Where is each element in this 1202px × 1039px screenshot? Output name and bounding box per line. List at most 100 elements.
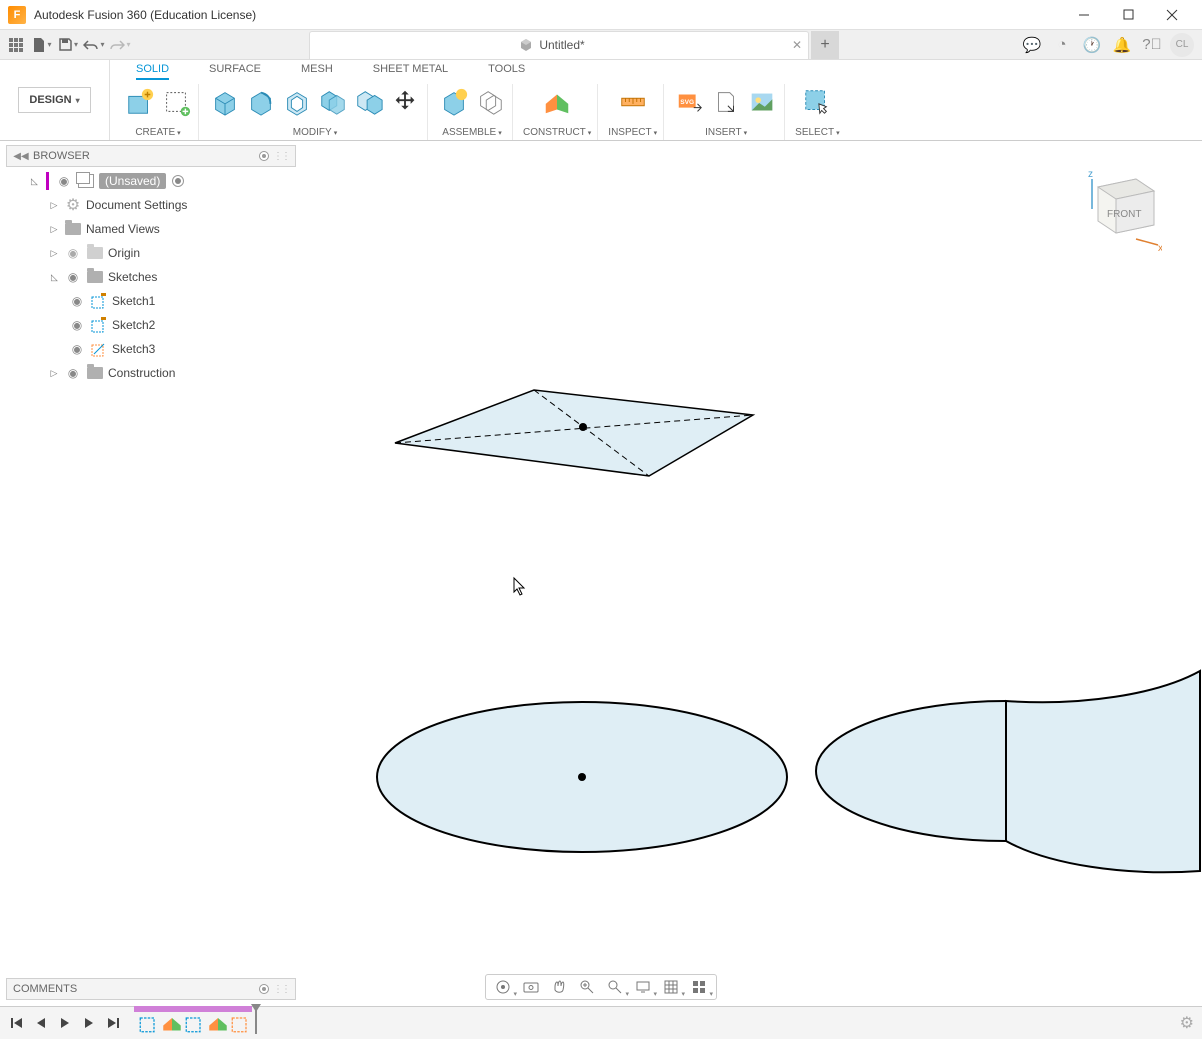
activate-radio[interactable] xyxy=(172,175,184,187)
tree-named-views[interactable]: Named Views xyxy=(6,217,296,241)
modify-group-label[interactable]: MODIFY xyxy=(293,127,337,140)
timeline-start-button[interactable] xyxy=(8,1014,26,1032)
construct-plane-icon[interactable] xyxy=(541,86,573,118)
document-name: Untitled* xyxy=(539,38,584,52)
sketch-icon xyxy=(90,292,108,310)
tree-sketches-folder[interactable]: ◉ Sketches xyxy=(6,265,296,289)
user-avatar[interactable]: CL xyxy=(1170,33,1194,57)
ribbon-tab-tools[interactable]: TOOLS xyxy=(488,63,525,80)
tree-root-component[interactable]: ◉ (Unsaved) xyxy=(6,169,296,193)
browser-options-icon[interactable] xyxy=(259,151,269,161)
comments-title: COMMENTS xyxy=(13,983,259,995)
comments-panel: COMMENTS ⋮⋮ xyxy=(6,978,296,1000)
visibility-toggle[interactable]: ◉ xyxy=(55,174,73,188)
select-group-label[interactable]: SELECT xyxy=(795,127,839,140)
select-icon[interactable] xyxy=(801,86,833,118)
ribbon-tab-mesh[interactable]: MESH xyxy=(301,63,333,80)
timeline-settings-button[interactable]: ⚙ xyxy=(1180,1013,1194,1033)
fit-button[interactable] xyxy=(604,976,626,998)
tree-item-sketch2[interactable]: ◉ Sketch2 xyxy=(6,313,296,337)
ribbon-tab-solid[interactable]: SOLID xyxy=(136,63,169,80)
extensions-icon[interactable]: 💬 xyxy=(1020,33,1044,57)
timeline-end-button[interactable] xyxy=(104,1014,122,1032)
tree-item-sketch3[interactable]: ◉ Sketch3 xyxy=(6,337,296,361)
redo-button[interactable] xyxy=(108,33,132,57)
axis-z-label: z xyxy=(1088,169,1093,180)
visibility-toggle[interactable]: ◉ xyxy=(64,270,82,284)
align-icon[interactable] xyxy=(353,86,385,118)
window-close-button[interactable] xyxy=(1150,0,1194,30)
timeline-step-back-button[interactable] xyxy=(32,1014,50,1032)
gear-icon: ⚙ xyxy=(64,196,82,214)
clock-icon[interactable]: 🕐 xyxy=(1080,33,1104,57)
create-group-label[interactable]: CREATE xyxy=(135,127,180,140)
measure-icon[interactable] xyxy=(617,86,649,118)
ribbon-tab-surface[interactable]: SURFACE xyxy=(209,63,261,80)
timeline-play-button[interactable] xyxy=(56,1014,74,1032)
window-maximize-button[interactable] xyxy=(1106,0,1150,30)
save-button[interactable] xyxy=(56,33,80,57)
shell-icon[interactable] xyxy=(281,86,313,118)
timeline-step-forward-button[interactable] xyxy=(80,1014,98,1032)
data-panel-button[interactable] xyxy=(4,33,28,57)
view-cube[interactable]: z FRONT x xyxy=(1072,161,1162,251)
visibility-toggle[interactable]: ◉ xyxy=(68,294,86,308)
browser-collapse-icon[interactable]: ◀◀ xyxy=(13,151,29,162)
tree-item-sketch1[interactable]: ◉ Sketch1 xyxy=(6,289,296,313)
orbit-button[interactable] xyxy=(492,976,514,998)
timeline-marker[interactable] xyxy=(250,1004,262,1034)
workspace-switcher[interactable]: DESIGN xyxy=(18,87,90,113)
tree-document-settings[interactable]: ⚙ Document Settings xyxy=(6,193,296,217)
inspect-group-label[interactable]: INSPECT xyxy=(608,127,657,140)
panel-grip-icon[interactable]: ⋮⋮ xyxy=(273,984,289,995)
app-icon: F xyxy=(8,6,26,24)
joint-icon[interactable] xyxy=(474,86,506,118)
new-sketch-icon[interactable] xyxy=(124,86,156,118)
visibility-toggle[interactable]: ◉ xyxy=(64,246,82,260)
help-icon[interactable]: ?⃝ xyxy=(1140,33,1164,57)
visibility-toggle[interactable]: ◉ xyxy=(64,366,82,380)
fillet-icon[interactable] xyxy=(245,86,277,118)
file-menu-button[interactable] xyxy=(30,33,54,57)
timeline: ⚙ xyxy=(0,1006,1202,1039)
comments-header[interactable]: COMMENTS ⋮⋮ xyxy=(6,978,296,1000)
comments-options-icon[interactable] xyxy=(259,984,269,994)
pan-button[interactable] xyxy=(548,976,570,998)
timeline-track[interactable] xyxy=(138,1012,252,1034)
insert-svg-icon[interactable]: SVG xyxy=(674,86,706,118)
insert-derive-icon[interactable] xyxy=(710,86,742,118)
visibility-toggle[interactable]: ◉ xyxy=(68,318,86,332)
viewport[interactable]: ◀◀ BROWSER ⋮⋮ ◉ (Unsaved) ⚙ Document Set… xyxy=(0,141,1202,1006)
viewport-layout-button[interactable] xyxy=(688,976,710,998)
close-tab-button[interactable]: ✕ xyxy=(792,38,802,52)
undo-button[interactable] xyxy=(82,33,106,57)
tree-construction[interactable]: ◉ Construction xyxy=(6,361,296,385)
tree-origin[interactable]: ◉ Origin xyxy=(6,241,296,265)
notifications-icon[interactable]: 🔔 xyxy=(1110,33,1134,57)
look-at-button[interactable] xyxy=(520,976,542,998)
zoom-button[interactable] xyxy=(576,976,598,998)
display-settings-button[interactable] xyxy=(632,976,654,998)
window-minimize-button[interactable] xyxy=(1062,0,1106,30)
browser-header[interactable]: ◀◀ BROWSER ⋮⋮ xyxy=(6,145,296,167)
browser-title: BROWSER xyxy=(33,150,259,162)
insert-canvas-icon[interactable] xyxy=(746,86,778,118)
panel-grip-icon[interactable]: ⋮⋮ xyxy=(273,151,289,162)
assemble-group-label[interactable]: ASSEMBLE xyxy=(442,127,501,140)
new-component-icon[interactable] xyxy=(438,86,470,118)
new-tab-button[interactable]: + xyxy=(811,31,839,59)
construct-group-label[interactable]: CONSTRUCT xyxy=(523,127,591,140)
document-tab[interactable]: Untitled* ✕ xyxy=(309,31,809,59)
visibility-toggle[interactable]: ◉ xyxy=(68,342,86,356)
ribbon-tab-sheet-metal[interactable]: SHEET METAL xyxy=(373,63,448,80)
move-icon[interactable] xyxy=(389,86,421,118)
navigation-toolbar xyxy=(485,974,717,1000)
svg-text:SVG: SVG xyxy=(680,99,694,106)
combine-icon[interactable] xyxy=(317,86,349,118)
ribbon: DESIGN SOLID SURFACE MESH SHEET METAL TO… xyxy=(0,60,1202,141)
press-pull-icon[interactable] xyxy=(209,86,241,118)
insert-group-label[interactable]: INSERT xyxy=(705,127,747,140)
create-form-icon[interactable] xyxy=(160,86,192,118)
job-status-icon[interactable]: ◔ xyxy=(1050,33,1074,57)
grid-settings-button[interactable] xyxy=(660,976,682,998)
